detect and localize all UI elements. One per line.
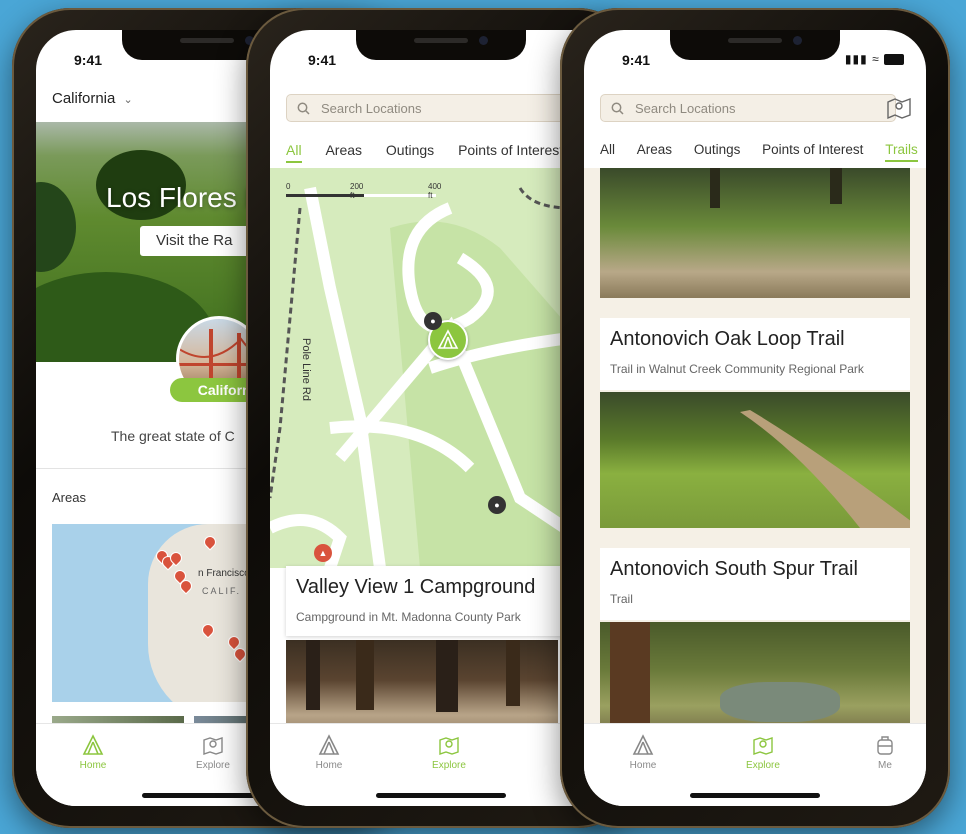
trail-photo[interactable] — [600, 168, 910, 298]
filter-points-of-interest[interactable]: Points of Interest — [762, 142, 863, 160]
notch — [356, 30, 526, 60]
filter-outings[interactable]: Outings — [386, 142, 434, 161]
screen: 9:41 ▮▮▮ ≈ Search Locations All Areas Ou… — [584, 30, 926, 806]
tent-icon — [318, 734, 340, 755]
tent-icon — [82, 734, 104, 755]
tab-home[interactable]: Home — [294, 734, 364, 771]
restaurant-icon[interactable]: ● — [488, 496, 506, 514]
status-icons: ▮▮▮ ≈ — [845, 52, 904, 66]
map-state-label: CALIF. — [202, 586, 242, 596]
tab-label: Me — [878, 760, 892, 771]
region-description: The great state of C — [111, 428, 235, 444]
trail-card[interactable]: Antonovich Oak Loop Trail Trail in Walnu… — [600, 318, 910, 390]
search-placeholder: Search Locations — [321, 101, 422, 116]
trail-path — [740, 410, 910, 528]
scale-end: 400 ft — [428, 182, 442, 200]
region-label: California — [52, 90, 116, 107]
tent-icon — [632, 734, 654, 755]
filter-all[interactable]: All — [286, 142, 302, 163]
card-title: Antonovich Oak Loop Trail — [610, 328, 845, 350]
road-label: Pole Line Rd — [300, 338, 312, 401]
filter-all[interactable]: All — [600, 142, 615, 160]
filter-trails[interactable]: Trails — [885, 142, 918, 162]
search-icon — [297, 102, 310, 115]
filter-tabs: All Areas Outings Points of Interest Tra… — [600, 142, 926, 162]
restaurant-icon[interactable]: ● — [424, 312, 442, 330]
map-scale: 0 200 ft 400 ft — [286, 182, 441, 200]
phone-explore-trails: 9:41 ▮▮▮ ≈ Search Locations All Areas Ou… — [560, 8, 950, 828]
tab-bar: Home Explore Me — [584, 723, 926, 806]
areas-heading: Areas — [52, 490, 86, 505]
card-subtitle: Trail in Walnut Creek Community Regional… — [610, 362, 864, 376]
map-pin-icon — [439, 737, 459, 755]
status-time: 9:41 — [74, 52, 103, 68]
battery-icon — [884, 54, 904, 66]
tab-explore[interactable]: Explore — [178, 734, 248, 771]
map-city-label: n Francisco — [198, 568, 250, 579]
signal-icon: ▮▮▮ — [844, 52, 868, 66]
filter-tabs: All Areas Outings Points of Interest — [286, 142, 583, 163]
status-time: 9:41 — [308, 52, 337, 68]
search-input[interactable]: Search Locations — [600, 94, 896, 122]
map-pin-icon — [203, 737, 223, 755]
tab-label: Explore — [196, 760, 230, 771]
tab-home[interactable]: Home — [58, 734, 128, 771]
scale-mid: 200 ft — [350, 182, 364, 200]
card-subtitle: Campground in Mt. Madonna County Park — [296, 610, 521, 624]
notch — [670, 30, 840, 60]
search-input[interactable]: Search Locations — [286, 94, 586, 122]
search-placeholder: Search Locations — [635, 101, 736, 116]
map-pin-icon — [753, 737, 773, 755]
parking-icon[interactable]: ▲ — [314, 544, 332, 562]
home-indicator — [376, 793, 506, 798]
filter-areas[interactable]: Areas — [325, 142, 362, 161]
region-selector[interactable]: California ⌄ — [52, 90, 133, 107]
card-title: Antonovich South Spur Trail — [610, 558, 858, 580]
tab-label: Home — [315, 760, 343, 771]
wifi-icon: ≈ — [872, 52, 880, 66]
tab-explore[interactable]: Explore — [414, 734, 484, 771]
tab-label: Home — [629, 760, 657, 771]
status-time: 9:41 — [622, 52, 651, 68]
card-title: Valley View 1 Campground — [296, 576, 536, 598]
trail-photo[interactable] — [600, 392, 910, 528]
scale-zero: 0 — [286, 182, 291, 191]
home-indicator — [690, 793, 820, 798]
filter-outings[interactable]: Outings — [694, 142, 741, 160]
map-view-button[interactable] — [886, 96, 912, 125]
map-pin-icon — [887, 97, 911, 120]
tab-explore[interactable]: Explore — [728, 734, 798, 771]
tab-label: Explore — [432, 760, 466, 771]
filter-points-of-interest[interactable]: Points of Interest — [458, 142, 563, 161]
chevron-down-icon: ⌄ — [123, 94, 133, 106]
tab-me[interactable]: Me — [850, 734, 920, 771]
card-subtitle: Trail — [610, 592, 633, 606]
filter-areas[interactable]: Areas — [637, 142, 672, 160]
trail-card[interactable]: Antonovich South Spur Trail Trail — [600, 548, 910, 620]
tab-label: Explore — [746, 760, 780, 771]
tab-label: Home — [79, 760, 107, 771]
backpack-icon — [877, 736, 893, 755]
search-icon — [611, 102, 624, 115]
tab-home[interactable]: Home — [608, 734, 678, 771]
